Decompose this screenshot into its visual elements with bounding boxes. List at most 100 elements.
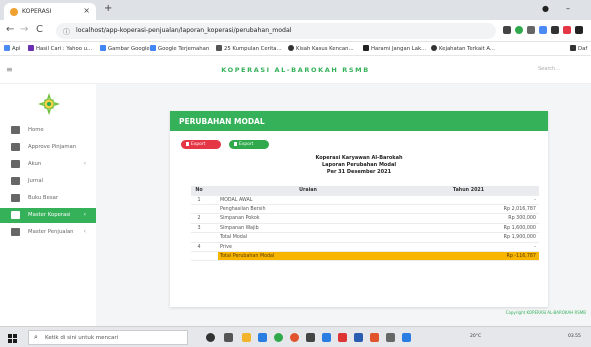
new-tab-button[interactable]: + — [104, 3, 112, 14]
card-title: PERUBAHAN MODAL — [170, 111, 548, 131]
chevron-left-icon: ‹ — [83, 228, 86, 235]
folder-icon — [11, 211, 20, 219]
file-icon — [186, 142, 189, 146]
app-icon[interactable] — [338, 333, 347, 342]
sidebar-item-home[interactable]: Home — [0, 123, 96, 138]
table-row: 2 Simpanan Pokok Rp 300,000 — [191, 214, 539, 224]
bookmark-item[interactable]: Kisah Kasus Kencan... — [288, 45, 354, 52]
forward-button[interactable]: → — [20, 24, 28, 35]
browser-tab[interactable]: KOPERASI × — [4, 3, 96, 20]
bookmark-item[interactable]: Daf — [570, 45, 587, 52]
app-icon[interactable] — [290, 333, 299, 342]
windows-start-icon[interactable] — [8, 334, 17, 343]
report-period: Per 31 Desember 2021 — [326, 169, 392, 175]
bookmark-item[interactable]: Google Terjemahan — [150, 45, 209, 52]
chrome-icon[interactable] — [274, 333, 283, 342]
koperasi-logo-icon — [38, 93, 60, 115]
address-bar[interactable]: ⓘ localhost/app-koperasi-penjualan/lapor… — [56, 23, 496, 39]
main-content: PERUBAHAN MODAL Export Export Koperasi K… — [96, 84, 591, 326]
extension-icon[interactable] — [503, 26, 511, 34]
column-header-uraian: Uraian — [299, 188, 317, 193]
table-row-total: Total Perubahan Modal Rp -116,787 — [191, 251, 539, 262]
google-icon — [100, 45, 106, 51]
app-icon[interactable] — [386, 333, 395, 342]
close-tab-icon[interactable]: × — [83, 6, 90, 15]
app-brand: KOPERASI AL-BAROKAH RSMB — [221, 66, 370, 74]
bookmark-favicon-icon — [216, 45, 222, 51]
chevron-left-icon: ‹ — [83, 211, 86, 218]
sidebar-item-buku-besar[interactable]: Buku Besar — [0, 191, 96, 206]
weather-text[interactable]: 20°C — [470, 334, 481, 339]
extension-icon[interactable] — [515, 26, 523, 34]
folder-icon — [11, 228, 20, 236]
sidebar-item-jurnal[interactable]: Jurnal — [0, 174, 96, 189]
extensions-puzzle-icon[interactable] — [575, 26, 583, 34]
site-info-icon[interactable]: ⓘ — [63, 27, 70, 37]
back-button[interactable]: ← — [6, 24, 14, 35]
sidebar-item-approve-pinjaman[interactable]: Approve Pinjaman — [0, 140, 96, 155]
file-icon — [234, 142, 237, 146]
export-pdf-button[interactable]: Export — [181, 140, 221, 149]
bookmark-item[interactable]: Harami Jangan Lak... — [363, 45, 426, 52]
export-excel-button[interactable]: Export — [229, 140, 269, 149]
minimize-button[interactable]: – — [566, 4, 570, 13]
translate-icon — [150, 45, 156, 51]
extension-icon[interactable] — [563, 26, 571, 34]
table-row: 3 Simpanan Wajib Rp 1,600,000 — [191, 224, 539, 234]
profile-dot-icon[interactable]: ● — [542, 4, 549, 13]
extension-icon[interactable] — [551, 26, 559, 34]
home-icon — [11, 126, 20, 134]
word-icon[interactable] — [354, 333, 363, 342]
bookmark-item[interactable]: Hasil Cari : Yahoo u... — [28, 45, 92, 52]
browser-tab-bar: KOPERASI × + ● – — [0, 0, 591, 20]
file-icon — [11, 177, 20, 185]
cortana-icon[interactable] — [206, 333, 215, 342]
clock-text[interactable]: 03.55 — [568, 334, 581, 339]
perubahan-modal-table: No Uraian Tahun 2021 1 MODAL AWAL - Peng… — [191, 186, 539, 262]
bookmark-item[interactable]: Gambar Google — [100, 45, 150, 52]
app-icon[interactable] — [306, 333, 315, 342]
table-row: 1 MODAL AWAL - — [191, 196, 539, 205]
bookmark-item[interactable]: Apl — [4, 45, 20, 52]
report-title: Laporan Perubahan Modal — [321, 162, 397, 168]
report-company: Koperasi Karyawan Al-Barokah — [315, 155, 403, 161]
yahoo-icon — [28, 45, 34, 51]
table-header-row: No Uraian Tahun 2021 — [191, 186, 539, 196]
report-card: PERUBAHAN MODAL Export Export Koperasi K… — [170, 111, 548, 307]
extension-icon[interactable] — [527, 26, 535, 34]
reload-button[interactable]: C — [36, 24, 43, 35]
chevron-left-icon: ‹ — [83, 160, 86, 167]
sidebar-item-master-penjualan[interactable]: Master Penjualan ‹ — [0, 225, 96, 240]
table-row: Penghasilan Bersih Rp 2,016,787 — [191, 205, 539, 215]
extension-icon[interactable] — [539, 26, 547, 34]
app-icon[interactable] — [322, 333, 331, 342]
taskbar-search-input[interactable]: ⌕ Ketik di sini untuk mencari — [28, 330, 188, 345]
app-icon[interactable] — [370, 333, 379, 342]
app-icon[interactable] — [258, 333, 267, 342]
users-icon — [11, 143, 20, 151]
sidebar-item-master-koperasi[interactable]: Master Koperasi ‹ — [0, 208, 96, 223]
bookmarks-bar: Apl Hasil Cari : Yahoo u... Gambar Googl… — [0, 42, 591, 56]
taskbar: ⌕ Ketik di sini untuk mencari 20°C 03.55 — [0, 326, 591, 347]
search-input[interactable]: Search... — [538, 66, 560, 72]
folder-icon — [11, 160, 20, 168]
book-icon — [11, 194, 20, 202]
app-header: ≡ KOPERASI AL-BAROKAH RSMB Search... — [0, 56, 591, 84]
file-explorer-icon[interactable] — [242, 333, 251, 342]
apps-icon — [4, 45, 10, 51]
url-text: localhost/app-koperasi-penjualan/laporan… — [76, 27, 292, 34]
column-header-no: No — [195, 188, 203, 193]
bookmark-item[interactable]: 25 Kumpulan Cerita... — [216, 45, 282, 52]
bookmark-favicon-icon — [431, 45, 437, 51]
favicon-icon — [10, 8, 18, 16]
footer-copyright: Copyright KOPERASI AL-BAROKAH RSMB — [505, 310, 586, 315]
table-row: 4 Prive - — [191, 243, 539, 252]
task-view-icon[interactable] — [224, 333, 233, 342]
sidebar-item-akun[interactable]: Akun ‹ — [0, 157, 96, 172]
tab-title: KOPERASI — [22, 8, 52, 15]
sidebar: Home Approve Pinjaman Akun ‹ Jurnal Buku … — [0, 84, 96, 326]
bookmark-item[interactable]: Kejahatan Terkait A... — [431, 45, 495, 52]
search-icon: ⌕ — [34, 333, 38, 341]
bookmark-favicon-icon — [570, 45, 576, 51]
app-icon[interactable] — [402, 333, 411, 342]
